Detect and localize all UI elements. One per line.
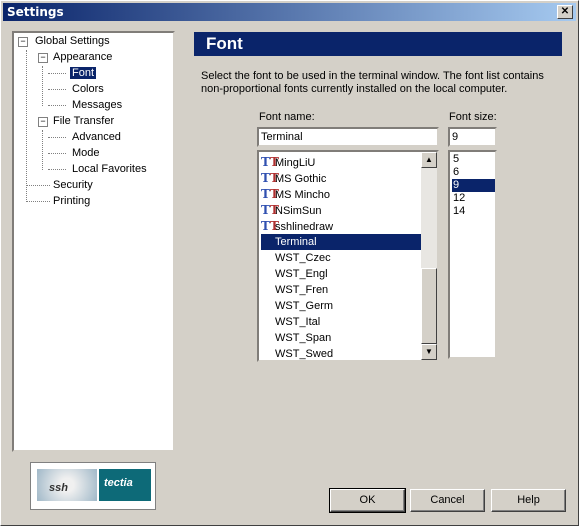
tree-line	[48, 169, 66, 170]
logo-tectia-text: tectia	[104, 477, 133, 489]
font-item-label: MingLiU	[275, 157, 316, 169]
tree-item-label: Colors	[72, 83, 104, 95]
truetype-icon: TT	[261, 219, 279, 233]
tree-item-printing[interactable]: Printing	[51, 194, 92, 209]
font-item-label: MS Mincho	[275, 189, 331, 201]
font-item-label: WST_Span	[275, 332, 332, 344]
tree-item-global-settings[interactable]: Global Settings	[33, 34, 112, 49]
truetype-icon: TT	[261, 187, 279, 201]
list-item[interactable]: WST_Fren	[261, 282, 421, 298]
logo-ssh-text: ssh	[49, 482, 68, 494]
font-item-label: WST_Czec	[275, 252, 331, 264]
title-bar[interactable]: Settings ✕	[3, 3, 576, 21]
list-item-selected[interactable]: 9	[452, 179, 495, 192]
list-item[interactable]: 5	[452, 153, 495, 166]
tree-line	[48, 73, 66, 74]
list-item[interactable]: TTMS Mincho	[261, 186, 421, 202]
settings-window: Settings ✕ − Global Settings − Appearanc…	[0, 0, 579, 526]
tree-item-file-transfer[interactable]: File Transfer	[51, 114, 116, 129]
tree-item-security[interactable]: Security	[51, 178, 95, 193]
font-name-label: Font name:	[259, 111, 315, 123]
font-item-label: WST_Germ	[275, 300, 334, 312]
tree-item-messages[interactable]: Messages	[70, 98, 124, 113]
list-item[interactable]: TTMS Gothic	[261, 170, 421, 186]
panel-description: Select the font to be used in the termin…	[201, 70, 544, 95]
tree-item-label: Local Favorites	[72, 163, 147, 175]
font-name-input[interactable]: Terminal	[257, 127, 439, 147]
font-list-scrollbar[interactable]: ▲ ▼	[421, 152, 437, 360]
help-button[interactable]: Help	[491, 489, 566, 512]
tree-item-label: Global Settings	[35, 35, 110, 47]
tree-item-colors[interactable]: Colors	[70, 82, 106, 97]
truetype-icon: TT	[261, 171, 279, 185]
tree-item-appearance[interactable]: Appearance	[51, 50, 114, 65]
tree-item-label: Font	[68, 66, 98, 80]
truetype-icon: TT	[261, 155, 279, 169]
ssh-tectia-logo: ssh tectia	[30, 462, 156, 510]
tree-line	[48, 153, 66, 154]
font-size-input[interactable]: 9	[448, 127, 497, 147]
list-item[interactable]: WST_Span	[261, 330, 421, 346]
font-item-label: WST_Ital	[275, 316, 321, 328]
tree-item-label: Messages	[72, 99, 123, 111]
collapse-icon[interactable]: −	[18, 37, 28, 47]
list-item[interactable]: WST_Ital	[261, 314, 421, 330]
font-size-list[interactable]: 5 6 9 12 14	[448, 150, 497, 359]
tree-item-label: File Transfer	[53, 115, 115, 127]
list-item[interactable]: WST_Germ	[261, 298, 421, 314]
list-item[interactable]: TTMingLiU	[261, 154, 421, 170]
scroll-thumb[interactable]	[421, 268, 437, 344]
list-item[interactable]: WST_Swed	[261, 346, 421, 360]
tree-item-label: Printing	[53, 195, 91, 207]
collapse-icon[interactable]: −	[38, 117, 48, 127]
tree-item-font[interactable]: Font	[68, 66, 98, 81]
collapse-icon[interactable]: −	[38, 53, 48, 63]
list-item[interactable]: 6	[452, 166, 495, 179]
close-button[interactable]: ✕	[557, 5, 573, 19]
font-item-label: Terminal	[275, 236, 317, 248]
cancel-button[interactable]: Cancel	[410, 489, 485, 512]
tree-line	[48, 89, 66, 90]
font-item-label: NSimSun	[275, 205, 322, 217]
list-item[interactable]: TTsshlinedraw	[261, 218, 421, 234]
scroll-up-icon[interactable]: ▲	[421, 152, 437, 168]
font-size-label: Font size:	[449, 111, 497, 123]
tree-item-label: Advanced	[72, 131, 121, 143]
font-name-list[interactable]: TTMingLiU TTMS Gothic TTMS Mincho TTNSim…	[257, 150, 439, 362]
tree-item-label: Mode	[72, 147, 100, 159]
tree-item-mode[interactable]: Mode	[70, 146, 102, 161]
logo-tectia-block: tectia	[99, 469, 151, 501]
window-title: Settings	[7, 5, 64, 19]
tree-item-label: Appearance	[53, 51, 113, 63]
list-item[interactable]: 12	[452, 192, 495, 205]
list-item[interactable]: TTNSimSun	[261, 202, 421, 218]
font-item-label: WST_Fren	[275, 284, 329, 296]
tree-line	[42, 66, 43, 106]
font-item-label: sshlinedraw	[275, 221, 334, 233]
settings-tree[interactable]: − Global Settings − Appearance Font Colo…	[12, 31, 175, 452]
font-item-label: WST_Swed	[275, 348, 334, 360]
tree-line	[26, 185, 50, 186]
logo-swirl: ssh	[37, 469, 97, 501]
truetype-icon: TT	[261, 203, 279, 217]
font-item-label: MS Gothic	[275, 173, 327, 185]
list-item[interactable]: 14	[452, 205, 495, 218]
tree-item-local-favorites[interactable]: Local Favorites	[70, 162, 149, 177]
page-title: Font	[194, 32, 562, 56]
tree-line	[48, 137, 66, 138]
list-item[interactable]: WST_Engl	[261, 266, 421, 282]
scroll-down-icon[interactable]: ▼	[421, 344, 437, 360]
font-item-label: WST_Engl	[275, 268, 328, 280]
tree-line	[26, 50, 27, 202]
tree-item-advanced[interactable]: Advanced	[70, 130, 123, 145]
tree-line	[48, 105, 66, 106]
tree-line	[26, 201, 50, 202]
list-item-selected[interactable]: Terminal	[261, 234, 421, 250]
tree-line	[42, 130, 43, 170]
list-item[interactable]: WST_Czec	[261, 250, 421, 266]
tree-item-label: Security	[53, 179, 93, 191]
ok-button[interactable]: OK	[329, 488, 406, 513]
